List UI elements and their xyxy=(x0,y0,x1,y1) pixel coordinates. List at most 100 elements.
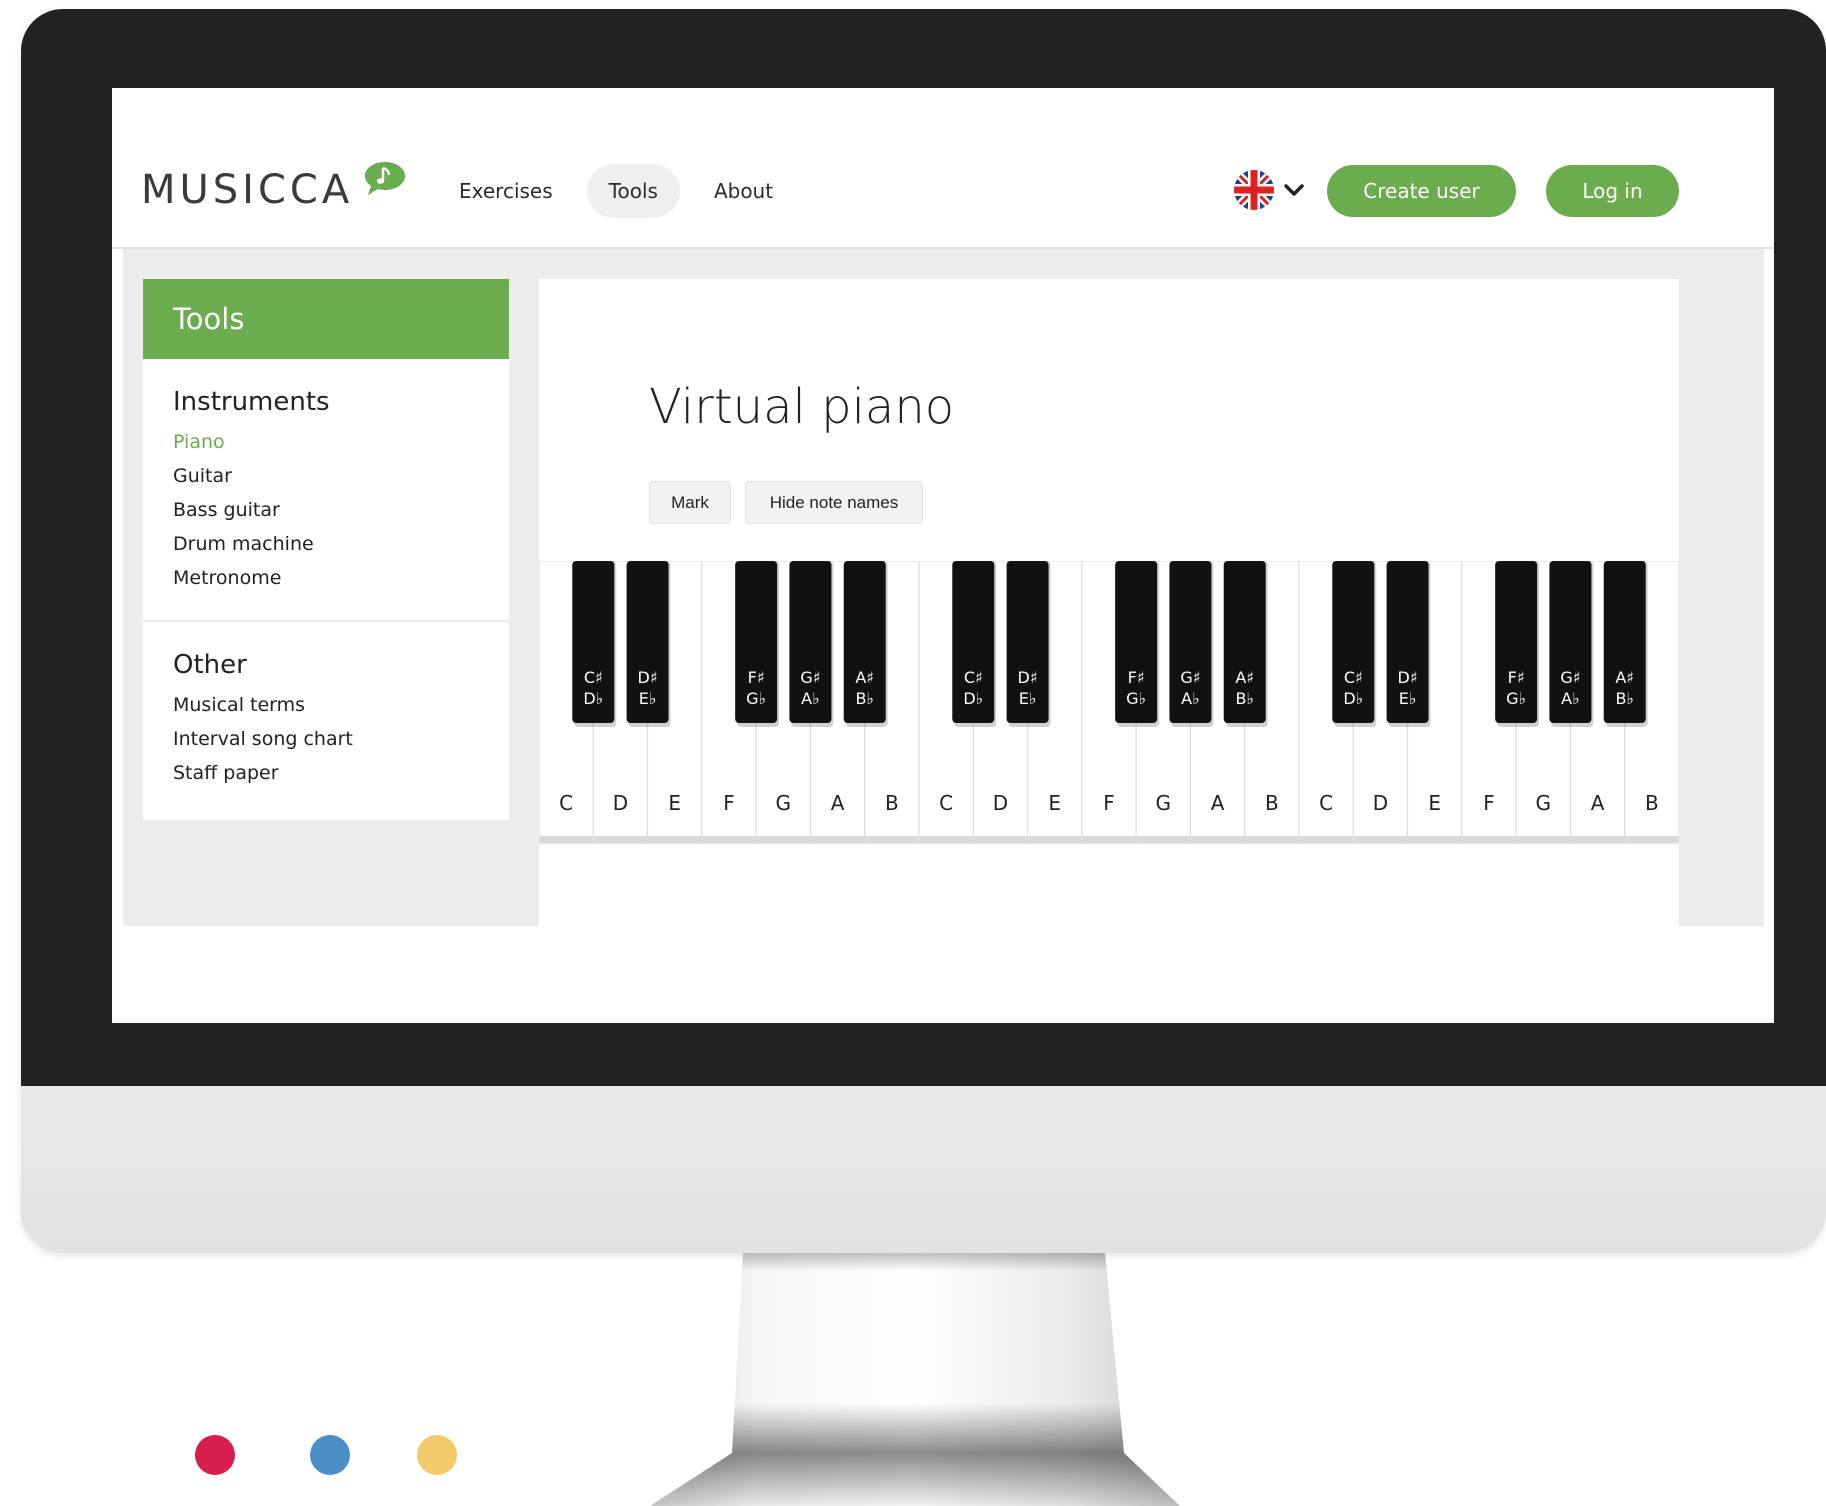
tools-sidebar: Tools Instruments Piano Guitar Bass guit… xyxy=(143,279,509,820)
logo-text: MUSICCA xyxy=(141,167,354,213)
white-key-label: F xyxy=(1483,791,1495,815)
black-key[interactable]: D♯ E♭ xyxy=(1006,561,1051,727)
black-key-sharp-label: F♯ xyxy=(1508,668,1525,687)
black-key-sharp-label: C♯ xyxy=(584,668,603,687)
black-key[interactable]: G♯ A♭ xyxy=(1169,561,1214,727)
decor-dot-yellow xyxy=(417,1435,457,1475)
white-key-label: D xyxy=(1373,791,1388,815)
white-key-label: D xyxy=(613,791,628,815)
black-key-sharp-label: C♯ xyxy=(964,668,983,687)
sidebar-item-metronome[interactable]: Metronome xyxy=(173,561,479,595)
nav-exercises[interactable]: Exercises xyxy=(437,164,575,218)
create-user-button[interactable]: Create user xyxy=(1327,165,1516,217)
sidebar-group-instruments: Instruments Piano Guitar Bass guitar Dru… xyxy=(143,359,509,595)
white-key-label: D xyxy=(993,791,1008,815)
black-key-flat-label: D♭ xyxy=(963,689,983,708)
site-header: MUSICCA Exercises Tools About Create use… xyxy=(112,88,1774,249)
uk-flag-icon xyxy=(1234,170,1274,210)
black-key-sharp-label: C♯ xyxy=(1344,668,1363,687)
page-title: Virtual piano xyxy=(649,379,955,435)
black-key-sharp-label: F♯ xyxy=(1128,668,1145,687)
black-key-flat-label: B♭ xyxy=(1235,689,1254,708)
black-key[interactable]: D♯ E♭ xyxy=(626,561,671,727)
white-key-label: B xyxy=(1265,791,1279,815)
black-key-flat-label: A♭ xyxy=(1181,689,1200,708)
sidebar-group-other: Other Musical terms Interval song chart … xyxy=(143,622,509,790)
decor-dot-blue xyxy=(310,1435,350,1475)
sidebar-item-staff-paper[interactable]: Staff paper xyxy=(173,756,479,790)
black-key[interactable]: A♯ B♭ xyxy=(843,561,888,727)
sidebar-item-interval-song-chart[interactable]: Interval song chart xyxy=(173,722,479,756)
black-key[interactable]: F♯ G♭ xyxy=(735,561,780,727)
black-key-sharp-label: A♯ xyxy=(855,668,874,687)
black-key-flat-label: E♭ xyxy=(1019,689,1037,708)
white-key-label: A xyxy=(1591,791,1605,815)
sidebar-title: Tools xyxy=(143,279,509,359)
black-key-sharp-label: A♯ xyxy=(1235,668,1254,687)
black-key-sharp-label: F♯ xyxy=(748,668,765,687)
white-key-label: G xyxy=(1536,791,1552,815)
black-key[interactable]: C♯ D♭ xyxy=(1332,561,1377,727)
decor-dot-red xyxy=(195,1435,235,1475)
black-key-flat-label: D♭ xyxy=(1343,689,1363,708)
white-key-label: C xyxy=(559,791,573,815)
monitor-frame: MUSICCA Exercises Tools About Create use… xyxy=(21,9,1826,1253)
white-key-label: F xyxy=(723,791,735,815)
monitor-stand-shading xyxy=(650,1253,1180,1506)
sidebar-item-guitar[interactable]: Guitar xyxy=(173,459,479,493)
white-key-label: E xyxy=(1048,791,1061,815)
black-key[interactable]: G♯ A♭ xyxy=(789,561,834,727)
mark-button[interactable]: Mark xyxy=(649,481,731,524)
white-key-label: C xyxy=(1319,791,1333,815)
hide-note-names-button[interactable]: Hide note names xyxy=(745,481,923,524)
black-key-flat-label: G♭ xyxy=(1126,689,1146,708)
white-key-label: G xyxy=(1156,791,1172,815)
white-key-label: E xyxy=(668,791,681,815)
white-key-label: A xyxy=(1211,791,1225,815)
black-key[interactable]: F♯ G♭ xyxy=(1495,561,1540,727)
black-key[interactable]: C♯ D♭ xyxy=(952,561,997,727)
black-key[interactable]: G♯ A♭ xyxy=(1549,561,1594,727)
black-key-flat-label: A♭ xyxy=(1561,689,1580,708)
black-key-sharp-label: D♯ xyxy=(1398,668,1418,687)
white-key-label: E xyxy=(1428,791,1441,815)
black-key-flat-label: D♭ xyxy=(583,689,603,708)
black-key[interactable]: A♯ B♭ xyxy=(1603,561,1648,727)
white-key-label: C xyxy=(939,791,953,815)
main-nav: Exercises Tools About xyxy=(437,164,795,218)
black-key-sharp-label: G♯ xyxy=(1560,668,1580,687)
sidebar-item-piano[interactable]: Piano xyxy=(173,425,479,459)
white-key-label: F xyxy=(1103,791,1115,815)
black-key[interactable]: F♯ G♭ xyxy=(1115,561,1160,727)
black-key-sharp-label: D♯ xyxy=(638,668,658,687)
sidebar-item-bass-guitar[interactable]: Bass guitar xyxy=(173,493,479,527)
sidebar-item-drum-machine[interactable]: Drum machine xyxy=(173,527,479,561)
black-key-flat-label: B♭ xyxy=(855,689,874,708)
black-key[interactable]: C♯ D♭ xyxy=(572,561,617,727)
main-panel: Virtual piano Mark Hide note names C D E F G… xyxy=(539,279,1679,926)
black-key-flat-label: B♭ xyxy=(1615,689,1634,708)
language-selector[interactable] xyxy=(1233,169,1305,211)
nav-tools[interactable]: Tools xyxy=(586,164,680,218)
white-key-label: A xyxy=(831,791,845,815)
black-key[interactable]: D♯ E♭ xyxy=(1386,561,1431,727)
black-key-sharp-label: D♯ xyxy=(1018,668,1038,687)
black-key-sharp-label: G♯ xyxy=(1180,668,1200,687)
white-key-label: G xyxy=(776,791,792,815)
musicca-logo[interactable]: MUSICCA xyxy=(141,162,405,216)
black-key-flat-label: A♭ xyxy=(801,689,820,708)
black-key-flat-label: G♭ xyxy=(746,689,766,708)
login-button[interactable]: Log in xyxy=(1546,165,1679,217)
black-key[interactable]: A♯ B♭ xyxy=(1223,561,1268,727)
speech-bubble-note-icon xyxy=(365,162,405,195)
black-key-flat-label: E♭ xyxy=(1399,689,1417,708)
black-key-sharp-label: A♯ xyxy=(1615,668,1634,687)
sidebar-item-musical-terms[interactable]: Musical terms xyxy=(173,688,479,722)
black-key-sharp-label: G♯ xyxy=(800,668,820,687)
white-key-label: B xyxy=(885,791,899,815)
nav-about[interactable]: About xyxy=(692,164,795,218)
white-key-label: B xyxy=(1645,791,1659,815)
screen: MUSICCA Exercises Tools About Create use… xyxy=(112,88,1774,1023)
sidebar-group-title: Other xyxy=(173,650,247,680)
monitor-chin xyxy=(21,1086,1826,1253)
